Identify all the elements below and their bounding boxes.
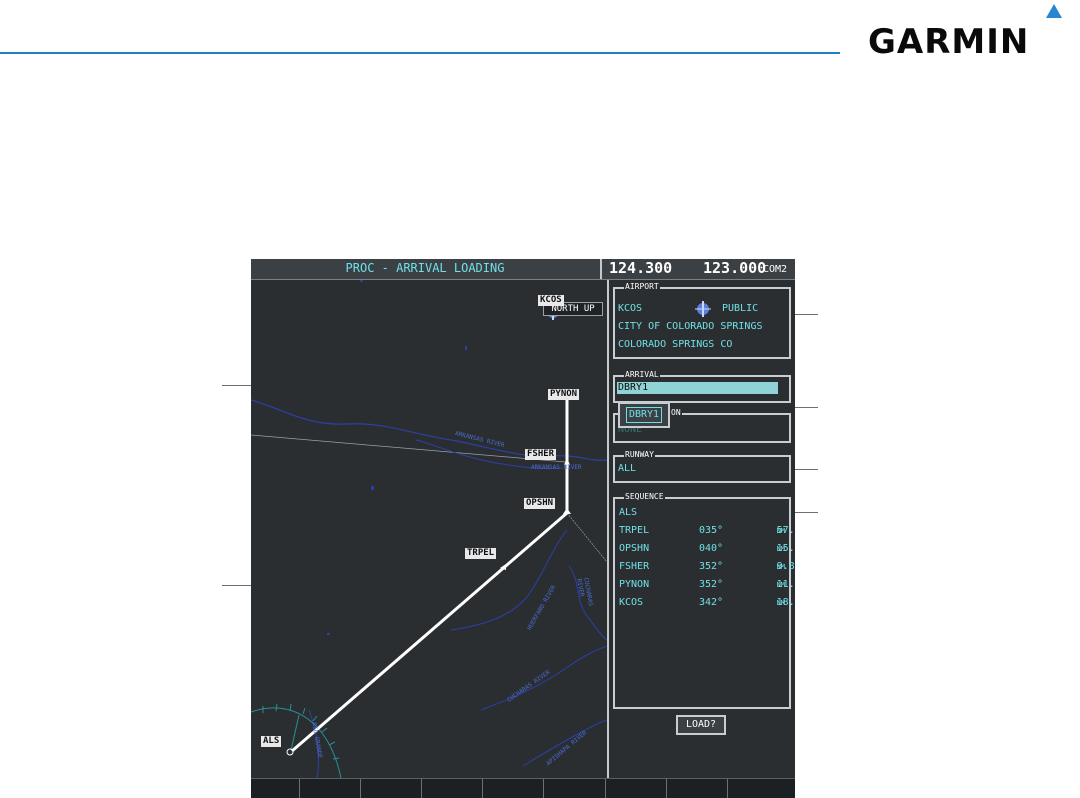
boundary-line <box>566 512 608 563</box>
runway-box: RUNWAY ALL <box>613 450 791 483</box>
arrival-field[interactable]: DBRY1 <box>617 382 778 394</box>
sequence-row: ALS <box>619 505 785 521</box>
logo-triangle-icon <box>1046 4 1062 18</box>
map-graphics <box>251 280 608 779</box>
airport-city: CITY OF COLORADO SPRINGS <box>618 321 763 332</box>
sequence-box: SEQUENCE ALS TRPEL 035° 57.9NM OPSHN 040… <box>613 492 795 709</box>
load-button[interactable]: LOAD? <box>676 715 726 735</box>
popup-option[interactable]: DBRY1 <box>626 407 662 423</box>
waypoint-label-als: ALS <box>261 736 282 747</box>
sequence-label: SEQUENCE <box>624 492 665 502</box>
runway-label: RUNWAY <box>624 450 655 460</box>
airport-location: COLORADO SPRINGS CO <box>618 339 733 350</box>
arrival-label: ARRIVAL <box>624 370 660 380</box>
sequence-course: 352° <box>699 561 724 572</box>
softkey-divider <box>299 779 300 798</box>
softkey-divider <box>727 779 728 798</box>
avionics-display: PROC - ARRIVAL LOADING 124.300 123.000 C… <box>251 259 795 798</box>
airport-ident[interactable]: KCOS <box>618 303 642 315</box>
waypoint-label-kcos: KCOS <box>538 295 564 306</box>
panel-divider <box>607 280 609 778</box>
title-divider <box>600 259 602 279</box>
lake-mark <box>360 280 363 282</box>
river-apishapa <box>522 719 608 767</box>
airport-label: AIRPORT <box>624 282 660 292</box>
waypoint-label-fsher: FSHER <box>525 449 557 460</box>
sequence-distance: 9.8 NM <box>776 561 795 572</box>
waypoint-label-trpel: TRPEL <box>465 548 497 559</box>
sequence-waypoint: FSHER <box>619 561 650 572</box>
sequence-row: OPSHN 040° 15.3NM <box>619 541 795 557</box>
sequence-distance: 15.3NM <box>776 543 795 554</box>
com-standby-frequency: 123.000 <box>703 259 767 277</box>
river-huerfano <box>450 529 568 631</box>
sequence-distance: 57.9NM <box>776 525 795 536</box>
boundary-line <box>251 434 567 463</box>
softkey-divider <box>360 779 361 798</box>
softkey-divider <box>421 779 422 798</box>
arrival-box: ARRIVAL DBRY1 <box>613 370 791 403</box>
transition-label: ON <box>670 408 682 418</box>
header-rule <box>0 52 840 54</box>
navigation-map[interactable]: NORTH UP KCOS PYNON FSHER OPSHN TRPEL AL… <box>251 280 608 798</box>
sequence-course: 035° <box>699 525 724 536</box>
softkey-divider <box>543 779 544 798</box>
lake-mark <box>465 346 467 350</box>
airport-box: AIRPORT KCOS PUBLIC CITY OF COLORADO SPR… <box>613 282 791 359</box>
sequence-waypoint: PYNON <box>619 579 650 590</box>
arrival-selection-popup[interactable]: DBRY1 <box>618 402 670 428</box>
waypoint-label-opshn: OPSHN <box>524 498 556 509</box>
sequence-distance: 11.9NM <box>776 579 795 590</box>
softkey-bar <box>251 778 795 798</box>
softkey-divider <box>605 779 606 798</box>
route-arrow-icon <box>563 508 571 514</box>
sequence-row: KCOS 342° 18.0NM <box>619 595 795 611</box>
com-label: COM2 <box>763 264 788 275</box>
garmin-logo: GARMIN <box>868 4 1073 62</box>
sequence-distance: 18.0NM <box>776 597 795 608</box>
sequence-row: PYNON 352° 11.9NM <box>619 577 795 593</box>
sequence-course: 040° <box>699 543 724 554</box>
vor-symbol-icon <box>286 748 294 756</box>
sequence-waypoint: TRPEL <box>619 525 650 536</box>
airport-type: PUBLIC <box>722 303 759 314</box>
com-active-frequency: 124.300 <box>609 259 673 277</box>
lake-mark <box>371 486 374 490</box>
sequence-waypoint: OPSHN <box>619 543 650 554</box>
sequence-row: TRPEL 035° 57.9NM <box>619 523 795 539</box>
softkey-divider <box>482 779 483 798</box>
waypoint-label-pynon: PYNON <box>548 389 580 400</box>
sequence-waypoint: KCOS <box>619 597 644 608</box>
airport-symbol-icon <box>695 301 711 317</box>
softkey-divider <box>666 779 667 798</box>
runway-field[interactable]: ALL <box>618 463 636 475</box>
sequence-course: 342° <box>699 597 724 608</box>
title-bar: PROC - ARRIVAL LOADING 124.300 123.000 C… <box>251 259 795 280</box>
compass-ticks <box>262 703 340 760</box>
lake-mark <box>327 633 330 635</box>
page-title: PROC - ARRIVAL LOADING <box>345 261 505 275</box>
sequence-course: 352° <box>699 579 724 590</box>
sequence-row: FSHER 352° 9.8 NM <box>619 559 795 575</box>
river-label-arkansas: ARKANSAS RIVER <box>531 464 582 471</box>
sequence-waypoint: ALS <box>619 507 638 518</box>
logo-text: GARMIN <box>868 22 1030 62</box>
